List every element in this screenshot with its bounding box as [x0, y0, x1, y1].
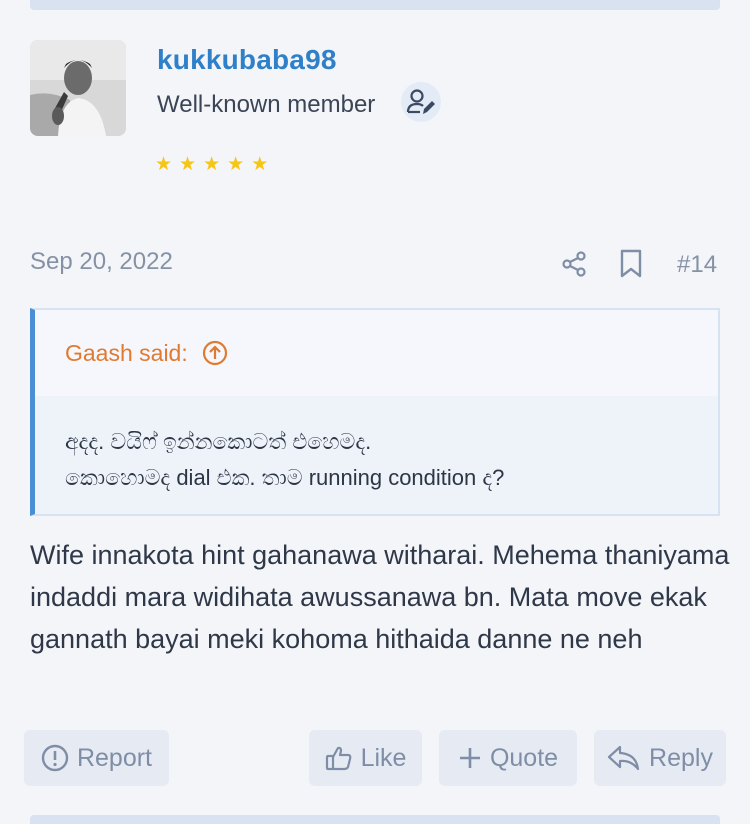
star-icon: ★ [155, 154, 173, 175]
quote-block: Gaash said: අදද. වයිෆ් ඉන්නකොටත් එහෙමද. … [30, 308, 720, 516]
post-body: Wife innakota hint gahanawa witharai. Me… [30, 540, 730, 654]
plus-icon [458, 746, 482, 770]
quote-line: අදද. වයිෆ් ඉන්නකොටත් එහෙමද. [65, 429, 372, 454]
post-number-link[interactable]: #14 [677, 251, 717, 279]
star-icon: ★ [227, 154, 245, 175]
share-icon[interactable] [561, 251, 587, 277]
arrow-up-circle-icon[interactable] [202, 340, 228, 366]
like-button[interactable]: Like [309, 730, 422, 786]
reply-button[interactable]: Reply [594, 730, 726, 786]
avatar-photo [30, 40, 126, 136]
rating-stars: ★ ★ ★ ★ ★ [155, 155, 268, 175]
reply-label: Reply [649, 743, 713, 772]
star-icon: ★ [203, 154, 221, 175]
quote-label: Quote [489, 743, 559, 772]
like-label: Like [360, 743, 407, 772]
alert-circle-icon [41, 744, 69, 772]
star-icon: ★ [179, 154, 197, 175]
quote-content: අදද. වයිෆ් ඉන්නකොටත් එහෙමද. කොහොමද dial … [35, 396, 718, 496]
quote-line: කොහොමද dial එක. තාම running condition ද? [65, 465, 505, 490]
thumbs-up-icon [325, 744, 353, 772]
star-icon: ★ [251, 154, 269, 175]
post-divider-bottom [30, 815, 720, 824]
quote-button[interactable]: Quote [439, 730, 577, 786]
quote-author-link[interactable]: Gaash said: [65, 340, 188, 367]
user-title: Well-known member [157, 91, 376, 118]
user-pen-icon [401, 82, 441, 122]
report-button[interactable]: Report [24, 730, 169, 786]
reply-arrow-icon [607, 744, 641, 772]
post-date[interactable]: Sep 20, 2022 [30, 248, 173, 276]
post-divider-top [30, 0, 720, 10]
bookmark-icon[interactable] [619, 249, 643, 279]
username-link[interactable]: kukkubaba98 [157, 44, 337, 76]
report-label: Report [76, 743, 153, 772]
avatar[interactable] [30, 40, 126, 136]
quote-header: Gaash said: [35, 310, 718, 396]
